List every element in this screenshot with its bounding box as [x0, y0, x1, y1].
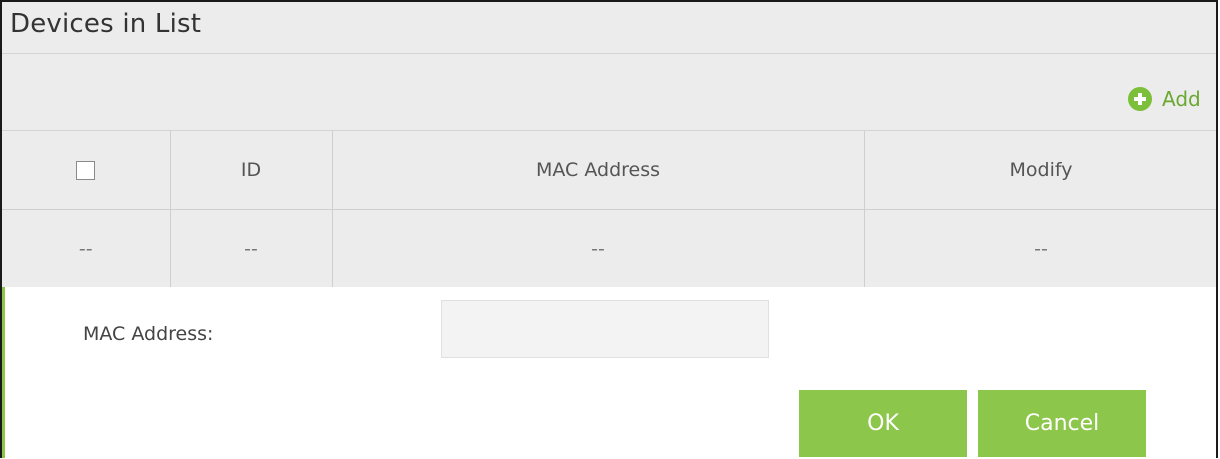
table-header-row: ID MAC Address Modify	[2, 131, 1216, 210]
plus-circle-icon[interactable]	[1128, 87, 1152, 111]
add-device-form: MAC Address: OK Cancel	[2, 287, 1216, 458]
devices-table: ID MAC Address Modify -- -- -- --	[2, 131, 1216, 288]
header-id: ID	[170, 131, 333, 210]
table-toolbar: Add	[2, 54, 1216, 131]
cell-modify: --	[864, 209, 1216, 288]
ok-button[interactable]: OK	[799, 390, 967, 457]
add-button[interactable]: Add	[1128, 86, 1201, 112]
cell-mac-address: --	[332, 209, 865, 288]
mac-address-input[interactable]	[441, 300, 769, 358]
mac-address-label: MAC Address:	[83, 323, 214, 345]
header-modify: Modify	[864, 131, 1216, 210]
add-label[interactable]: Add	[1162, 87, 1201, 111]
cancel-button[interactable]: Cancel	[978, 390, 1146, 457]
section-title: Devices in List	[10, 9, 202, 39]
header-mac-address: MAC Address	[332, 131, 865, 210]
cell-id: --	[170, 209, 333, 288]
header-select-all	[2, 131, 171, 210]
cell-select: --	[2, 209, 171, 288]
devices-panel: Devices in List Add ID MAC Address Modif…	[0, 0, 1218, 458]
table-row: -- -- -- --	[2, 209, 1216, 288]
section-header: Devices in List	[2, 2, 1216, 54]
select-all-checkbox[interactable]	[76, 161, 96, 180]
